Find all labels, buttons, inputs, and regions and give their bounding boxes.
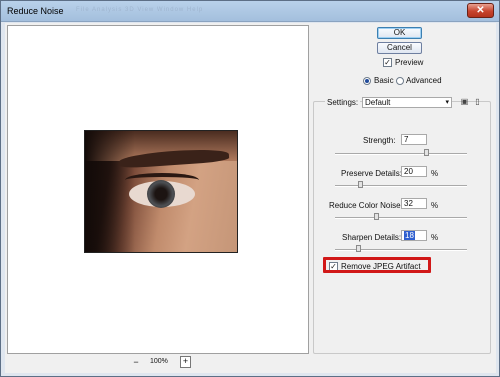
- ok-button[interactable]: OK: [377, 27, 422, 39]
- advanced-label: Advanced: [406, 76, 442, 85]
- zoom-level: 100%: [150, 358, 168, 365]
- sharpen-details-unit: %: [431, 233, 439, 242]
- close-button[interactable]: ✕: [467, 3, 494, 18]
- preserve-details-input[interactable]: 20: [401, 166, 427, 177]
- dialog-body: − 100% + OK Cancel ✓ Preview Basic Advan…: [5, 23, 496, 373]
- cancel-button[interactable]: Cancel: [377, 42, 422, 54]
- preview-label: Preview: [395, 58, 424, 67]
- color-noise-input[interactable]: 32: [401, 198, 427, 209]
- settings-dropdown[interactable]: Default ▾: [362, 97, 452, 108]
- preview-image[interactable]: [84, 130, 238, 253]
- basic-radio[interactable]: [363, 77, 371, 85]
- basic-label: Basic: [374, 76, 394, 85]
- close-icon: ✕: [476, 5, 485, 16]
- preview-checkbox[interactable]: ✓: [383, 58, 392, 67]
- sharpen-details-label: Sharpen Details:: [342, 233, 402, 242]
- reduce-noise-dialog: Reduce Noise File Analysis 3D View Windo…: [0, 0, 500, 377]
- settings-value: Default: [365, 98, 391, 107]
- strength-input[interactable]: 7: [401, 134, 427, 145]
- delete-settings-icon[interactable]: ▯: [473, 97, 482, 107]
- preserve-details-label: Preserve Details:: [341, 169, 402, 178]
- settings-label: Settings:: [325, 98, 361, 107]
- zoom-in-button[interactable]: +: [180, 356, 191, 368]
- preserve-details-slider-thumb[interactable]: [358, 181, 364, 188]
- preview-pane[interactable]: [7, 25, 309, 354]
- color-noise-slider-thumb[interactable]: [374, 213, 380, 220]
- preserve-details-slider-track[interactable]: [335, 185, 467, 187]
- sharpen-details-value: 18: [404, 231, 415, 240]
- strength-label: Strength:: [363, 136, 396, 145]
- sharpen-details-slider-thumb[interactable]: [355, 245, 361, 252]
- strength-slider-thumb[interactable]: [424, 149, 430, 156]
- sharpen-details-input[interactable]: 18: [401, 230, 427, 241]
- color-noise-slider-track[interactable]: [335, 217, 467, 219]
- zoom-bar: − 100% +: [7, 356, 309, 371]
- strength-slider-track[interactable]: [335, 153, 467, 155]
- save-settings-icon[interactable]: ▣: [460, 97, 469, 107]
- highlight-box: [323, 257, 431, 273]
- title-bar[interactable]: Reduce Noise File Analysis 3D View Windo…: [1, 1, 499, 22]
- color-noise-label: Reduce Color Noise:: [329, 201, 403, 210]
- chevron-down-icon: ▾: [445, 99, 449, 106]
- preserve-details-unit: %: [431, 169, 439, 178]
- color-noise-unit: %: [431, 201, 439, 210]
- advanced-radio[interactable]: [396, 77, 404, 85]
- window-title: Reduce Noise: [7, 6, 64, 16]
- background-menu-text: File Analysis 3D View Window Help: [76, 7, 204, 13]
- zoom-out-button[interactable]: −: [131, 357, 141, 368]
- image-shadow: [85, 131, 135, 252]
- image-eyelid: [125, 173, 199, 187]
